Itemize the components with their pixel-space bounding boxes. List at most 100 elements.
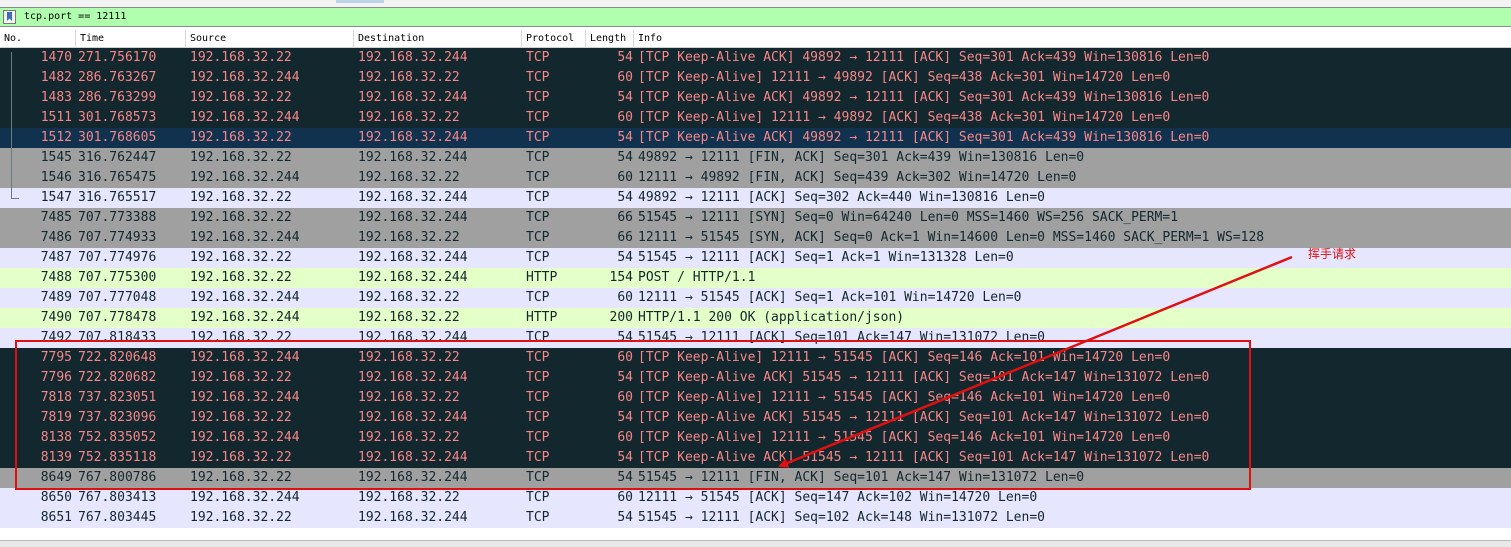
packet-length: 54 [617,130,633,145]
column-header-destination[interactable]: Destination [354,30,522,48]
packet-protocol: TCP [526,470,550,485]
packet-source: 192.168.32.244 [190,70,300,85]
packet-length: 54 [617,450,633,465]
packet-info: [TCP Keep-Alive] 12111 → 51545 [ACK] Seq… [638,390,1171,405]
packet-row[interactable]: 7488 707.775300 192.168.32.22 192.168.32.24… [0,268,1511,288]
packet-destination: 192.168.32.22 [358,390,460,405]
packet-no: 7489 [40,290,72,305]
packet-protocol: TCP [526,390,550,405]
packet-row[interactable]: 7485 707.773388 192.168.32.22 192.168.32.24… [0,208,1511,228]
packet-row[interactable]: 1512 301.768605 192.168.32.22 192.168.32.24… [0,128,1511,148]
packet-row[interactable]: 7486 707.774933 192.168.32.244 192.168.32.2… [0,228,1511,248]
packet-time: 767.803445 [78,510,157,525]
packet-no: 7485 [40,210,72,225]
display-filter-input[interactable] [20,9,1504,25]
packet-row[interactable]: 8138 752.835052 192.168.32.244 192.168.32.2… [0,428,1511,448]
packet-time: 737.823096 [78,410,157,425]
packet-info: [TCP Keep-Alive] 12111 → 51545 [ACK] Seq… [638,430,1171,445]
packet-time: 707.818433 [78,330,157,345]
packet-info: [TCP Keep-Alive ACK] 49892 → 12111 [ACK]… [638,90,1210,105]
packet-destination: 192.168.32.244 [358,370,468,385]
column-header-source[interactable]: Source [186,30,354,48]
packet-info: 51545 → 12111 [ACK] Seq=1 Ack=1 Win=1313… [638,250,1014,265]
packet-row[interactable]: 7818 737.823051 192.168.32.244 192.168.32.2… [0,388,1511,408]
packet-time: 707.777048 [78,290,157,305]
packet-list-header: No. Time Source Destination Protocol Len… [0,30,1511,48]
packet-source: 192.168.32.244 [190,490,300,505]
packet-time: 722.820648 [78,350,157,365]
packet-destination: 192.168.32.22 [358,430,460,445]
annotation-label: 挥手请求 [1308,247,1357,261]
packet-source: 192.168.32.22 [190,450,292,465]
packet-row[interactable]: 8139 752.835118 192.168.32.22 192.168.32.24… [0,448,1511,468]
packet-row[interactable]: 1547 316.765517 192.168.32.22 192.168.32.24… [0,188,1511,208]
packet-row[interactable]: 1511 301.768573 192.168.32.244 192.168.32.2… [0,108,1511,128]
packet-protocol: TCP [526,290,550,305]
packet-time: 722.820682 [78,370,157,385]
packet-source: 192.168.32.22 [190,250,292,265]
packet-row[interactable]: 7796 722.820682 192.168.32.22 192.168.32.24… [0,368,1511,388]
packet-row[interactable]: 7487 707.774976 192.168.32.22 192.168.32.24… [0,248,1511,268]
packet-length: 66 [617,210,633,225]
packet-protocol: TCP [526,450,550,465]
bookmark-icon[interactable] [3,10,16,24]
packet-row[interactable]: 7795 722.820648 192.168.32.244 192.168.32.2… [0,348,1511,368]
packet-length: 60 [617,170,633,185]
packet-length: 54 [617,470,633,485]
column-header-info[interactable]: Info [634,30,1511,48]
conversation-bracket-end [11,198,19,199]
packet-time: 707.774933 [78,230,157,245]
packet-protocol: TCP [526,210,550,225]
packet-row[interactable]: 7819 737.823096 192.168.32.22 192.168.32.24… [0,408,1511,428]
packet-row[interactable]: 8650 767.803413 192.168.32.244 192.168.32.2… [0,488,1511,508]
packet-row[interactable]: 7489 707.777048 192.168.32.244 192.168.32.2… [0,288,1511,308]
packet-destination: 192.168.32.22 [358,230,460,245]
packet-row[interactable]: 8651 767.803445 192.168.32.22 192.168.32.24… [0,508,1511,528]
column-header-length[interactable]: Length [586,30,634,48]
packet-row[interactable]: 1470 271.756170 192.168.32.22 192.168.32.24… [0,48,1511,68]
packet-time: 767.800786 [78,470,157,485]
packet-protocol: TCP [526,350,550,365]
packet-protocol: TCP [526,70,550,85]
packet-protocol: HTTP [526,310,558,325]
packet-protocol: TCP [526,90,550,105]
packet-protocol: TCP [526,370,550,385]
packet-source: 192.168.32.22 [190,150,292,165]
column-header-no[interactable]: No. [0,30,76,48]
packet-destination: 192.168.32.244 [358,470,468,485]
packet-info: 12111 → 49892 [FIN, ACK] Seq=439 Ack=302… [638,170,1077,185]
packet-source: 192.168.32.22 [190,50,292,65]
packet-source: 192.168.32.244 [190,170,300,185]
packet-info: 12111 → 51545 [SYN, ACK] Seq=0 Ack=1 Win… [638,230,1265,245]
column-header-time[interactable]: Time [76,30,186,48]
packet-row[interactable]: 1482 286.763267 192.168.32.244 192.168.32.2… [0,68,1511,88]
packet-length: 66 [617,230,633,245]
packet-length: 200 [609,310,633,325]
packet-info: 49892 → 12111 [ACK] Seq=302 Ack=440 Win=… [638,190,1045,205]
packet-destination: 192.168.32.244 [358,250,468,265]
packet-protocol: TCP [526,130,550,145]
packet-no: 7492 [40,330,72,345]
packet-row[interactable]: 8649 767.800786 192.168.32.22 192.168.32.24… [0,468,1511,488]
packet-protocol: TCP [526,250,550,265]
packet-destination: 192.168.32.22 [358,290,460,305]
packet-row[interactable]: 1483 286.763299 192.168.32.22 192.168.32.24… [0,88,1511,108]
packet-info: 51545 → 12111 [FIN, ACK] Seq=101 Ack=147… [638,470,1085,485]
packet-destination: 192.168.32.22 [358,490,460,505]
packet-destination: 192.168.32.244 [358,270,468,285]
packet-length: 54 [617,150,633,165]
packet-row[interactable]: 1545 316.762447 192.168.32.22 192.168.32.24… [0,148,1511,168]
packet-destination: 192.168.32.244 [358,50,468,65]
packet-source: 192.168.32.22 [190,210,292,225]
column-header-protocol[interactable]: Protocol [522,30,586,48]
packet-time: 301.768605 [78,130,157,145]
packet-row[interactable]: 1546 316.765475 192.168.32.244 192.168.32.2… [0,168,1511,188]
packet-row[interactable]: 7492 707.818433 192.168.32.22 192.168.32.24… [0,328,1511,348]
packet-list: 1470 271.756170 192.168.32.22 192.168.32.24… [0,48,1511,528]
packet-length: 54 [617,510,633,525]
packet-destination: 192.168.32.22 [358,170,460,185]
packet-info: [TCP Keep-Alive] 12111 → 51545 [ACK] Seq… [638,350,1171,365]
packet-info: [TCP Keep-Alive ACK] 49892 → 12111 [ACK]… [638,50,1210,65]
packet-row[interactable]: 7490 707.778478 192.168.32.244 192.168.32.2… [0,308,1511,328]
packet-length: 60 [617,490,633,505]
